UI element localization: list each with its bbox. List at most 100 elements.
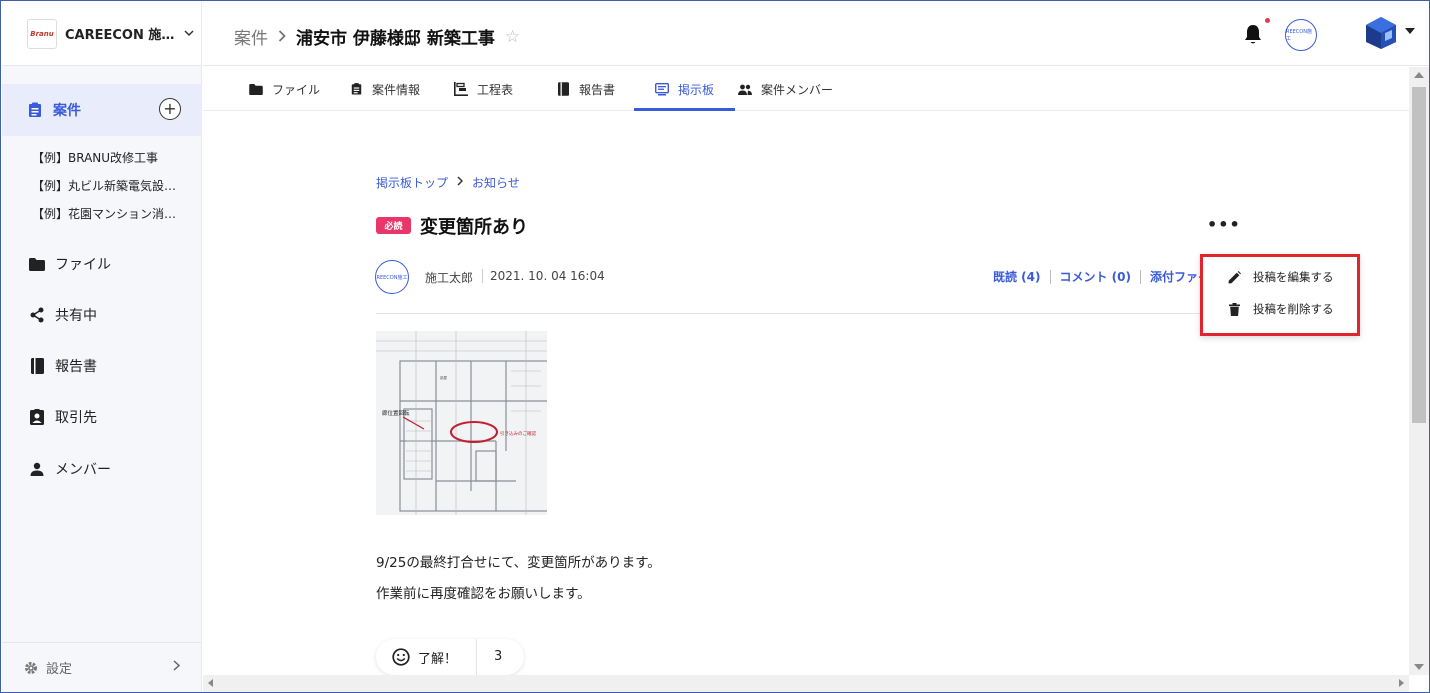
meta-divider [482,269,483,283]
breadcrumb-projects-link[interactable]: 案件 [234,24,268,49]
stats-divider [1049,269,1051,284]
caret-down-icon[interactable] [1405,26,1415,37]
acknowledge-reaction[interactable]: 了解！ 3 [376,639,524,675]
post-body-line: 9/25の最終打合せにて、変更箇所があります。 [376,555,661,571]
project-list-item[interactable]: 【例】丸ビル新築電気設… [32,176,176,204]
plan-note-left: 廊位置回転 [382,409,410,417]
author-avatar: REECON施工 [375,260,409,294]
scroll-left-arrow-icon[interactable] [208,679,213,687]
chevron-right-icon [278,28,286,46]
post-body: 9/25の最終打合せにて、変更箇所があります。 作業前に再度確認をお願いします。 [376,548,661,610]
app-cube-icon[interactable] [1365,16,1397,54]
project-list-item[interactable]: 【例】BRANU改修工事 [32,148,176,176]
sidebar-item-clients[interactable]: 取引先 [29,407,97,427]
tab-board[interactable]: 掲示板 [655,67,714,111]
sidebar-item-members[interactable]: メンバー [29,459,111,479]
person-icon [29,461,45,477]
plan-note-right: 引き込みのご確認 [500,430,536,437]
sidebar: Branu CAREECON 施… 案件 + 【例】BRANU改修工事 【例】丸… [2,2,202,692]
pencil-icon [1227,270,1241,284]
more-options-button[interactable]: ••• [1207,215,1241,234]
notification-bell-icon[interactable] [1243,18,1270,50]
app-window: Branu CAREECON 施… 案件 + 【例】BRANU改修工事 【例】丸… [0,0,1430,693]
settings-label: 設定 [46,662,73,677]
project-list: 【例】BRANU改修工事 【例】丸ビル新築電気設… 【例】花園マンション消… [32,148,176,232]
tab-project-info[interactable]: 案件情報 [349,67,420,111]
post-stats: 既読 (4) コメント (0) 添付ファイ [993,268,1210,285]
sidebar-item-projects[interactable]: 案件 + [2,84,202,136]
trash-icon [1227,302,1241,316]
required-badge: 必読 [376,217,411,234]
sidebar-item-label: 取引先 [55,410,97,426]
reaction-count[interactable]: 3 [494,649,502,664]
contact-badge-icon [29,409,45,425]
sidebar-item-reports[interactable]: 報告書 [29,356,97,376]
sidebar-item-label: 共有中 [55,308,97,324]
tab-project-members[interactable]: 案件メンバー [738,67,833,111]
board-top-link[interactable]: 掲示板トップ [376,174,448,191]
sidebar-item-files[interactable]: ファイル [29,254,111,274]
share-icon [29,307,45,323]
project-title: 浦安市 伊藤様邸 新築工事 [296,29,495,49]
author-name: 施工太郎 [425,271,474,285]
menu-item-label: 投稿を削除する [1253,302,1334,316]
floor-plan-image[interactable]: 廊位置回転 引き込みのご確認 部屋 [376,331,547,515]
chevron-down-icon [184,27,194,40]
sidebar-item-label: 報告書 [55,359,97,375]
sidebar-item-shared[interactable]: 共有中 [29,305,97,325]
people-icon [738,82,752,96]
chevron-right-icon [457,176,464,189]
brand-logo: Branu [27,18,57,49]
scroll-down-arrow-icon[interactable] [1414,664,1424,670]
tab-files[interactable]: ファイル [249,67,320,111]
comment-count-link[interactable]: コメント (0) [1060,268,1132,285]
book-icon [29,358,45,374]
scroll-up-arrow-icon[interactable] [1414,72,1424,78]
post-date: 2021. 10. 04 16:04 [490,269,605,283]
tab-schedule[interactable]: 工程表 [454,67,513,111]
tab-label: 工程表 [477,82,514,97]
scroll-right-arrow-icon[interactable] [1399,679,1404,687]
delete-post-menu-item[interactable]: 投稿を削除する [1227,301,1334,317]
tab-label: 報告書 [579,82,616,97]
read-count-link[interactable]: 既読 (4) [993,268,1041,285]
tab-label: 案件情報 [372,82,421,97]
gear-icon [24,661,38,675]
sidebar-item-label: メンバー [55,462,111,478]
add-project-button[interactable]: + [159,98,181,120]
smile-icon [392,648,410,666]
reaction-divider [476,639,477,675]
settings-button[interactable]: 設定 [2,642,202,692]
divider [376,313,1209,314]
book-icon [556,82,570,96]
post-options-menu: 投稿を編集する 投稿を削除する [1200,254,1360,336]
tab-label: ファイル [272,82,321,97]
sidebar-item-label: 案件 [53,103,81,119]
board-breadcrumb: 掲示板トップ お知らせ [376,174,520,191]
post-title: 変更箇所あり [420,217,528,238]
star-icon[interactable]: ☆ [505,27,520,47]
folder-icon [29,256,45,272]
project-list-item[interactable]: 【例】花園マンション消… [32,204,176,232]
gantt-icon [454,82,468,96]
scrollbar-thumb[interactable] [1412,87,1426,423]
notice-category-link[interactable]: お知らせ [472,174,520,191]
top-header: 案件 浦安市 伊藤様邸 新築工事 ☆ REECON施工 [203,2,1429,66]
horizontal-scrollbar[interactable] [203,675,1409,692]
workspace-switcher[interactable]: Branu CAREECON 施… [2,2,201,66]
notification-dot [1265,18,1270,23]
stats-divider [1140,269,1141,284]
folder-icon [249,82,263,96]
clipboard-icon [349,82,363,96]
tab-label: 案件メンバー [761,82,834,97]
tab-reports[interactable]: 報告書 [556,67,615,111]
vertical-scrollbar[interactable] [1409,67,1429,675]
user-avatar[interactable]: REECON施工 [1285,19,1317,51]
edit-post-menu-item[interactable]: 投稿を編集する [1227,269,1334,285]
post-body-line: 作業前に再度確認をお願いします。 [376,586,591,602]
menu-item-label: 投稿を編集する [1253,270,1334,284]
sidebar-item-label: ファイル [55,257,111,273]
plan-room-label: 部屋 [440,375,448,380]
chevron-right-icon [173,660,181,675]
more-horizontal-icon: ••• [1207,215,1241,234]
